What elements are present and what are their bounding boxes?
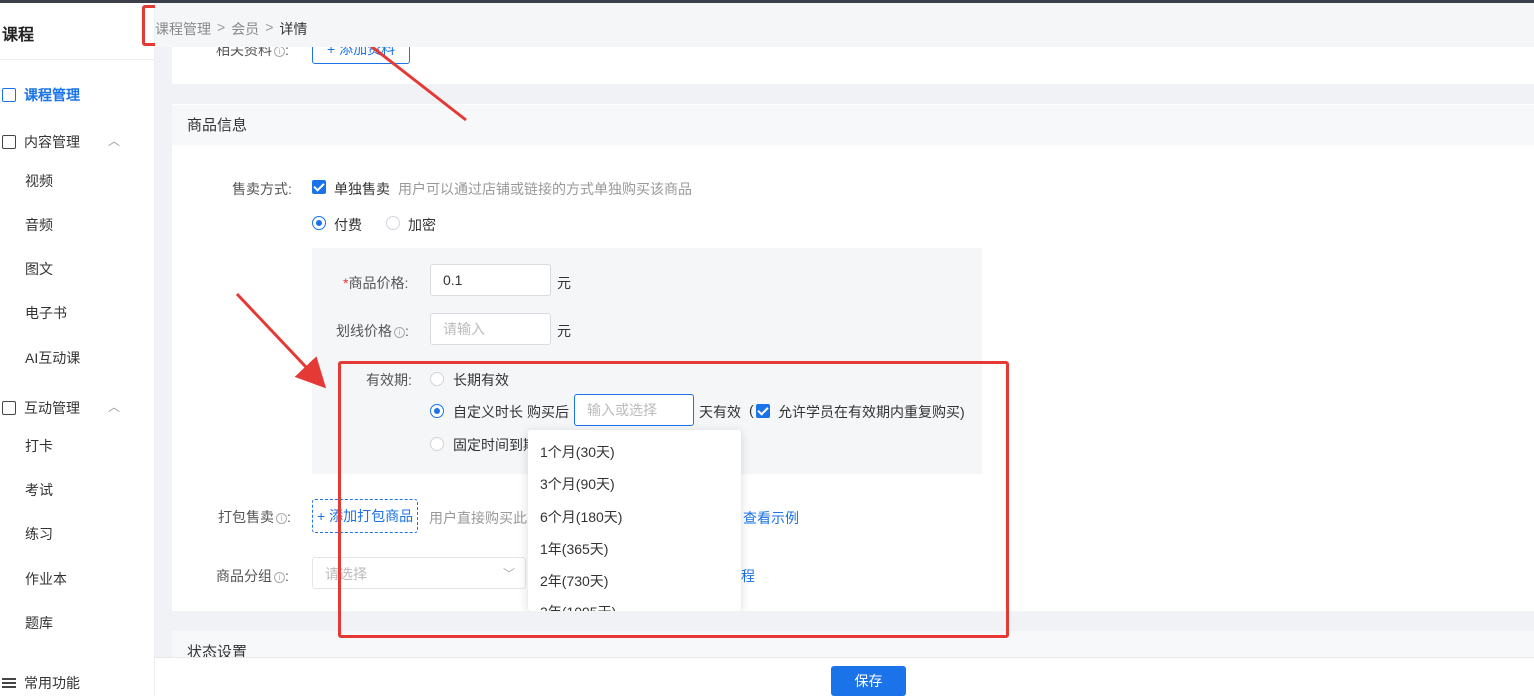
validity-permanent-label: 长期有效 [453, 372, 509, 388]
chevron-up-icon[interactable]: ︿ [108, 132, 120, 149]
repurchase-paren: ( [749, 402, 754, 418]
single-sale-label: 单独售卖 [334, 181, 390, 197]
sidebar-item-ebook[interactable]: 电子书 [25, 303, 67, 323]
group-select-placeholder: 请选择 [325, 566, 367, 582]
price-label-text: 商品价格: [348, 275, 409, 291]
duration-option[interactable]: 2年(730天) [540, 571, 608, 591]
content-icon [2, 135, 16, 149]
add-bundle-button[interactable]: + 添加打包商品 [312, 499, 419, 533]
breadcrumb-member[interactable]: 会员 [231, 19, 259, 39]
sidebar-item-ai-course[interactable]: AI互动课 [25, 348, 80, 368]
sidebar-item-common-functions[interactable]: 常用功能 [0, 671, 80, 695]
group-select[interactable]: 请选择 ﹀ [312, 557, 526, 589]
breadcrumb-overlay: 课程管理 > 会员 > 详情 [155, 19, 307, 39]
sidebar-item-label: 内容管理 [24, 134, 80, 150]
sidebar-item-course-management[interactable]: 课程管理 [0, 83, 80, 107]
duration-option[interactable]: 1个月(30天) [540, 442, 615, 462]
info-icon: i [274, 572, 285, 583]
strike-price-label-text: 划线价格 [336, 323, 392, 339]
info-icon: i [394, 327, 405, 338]
group-label-text: 商品分组 [216, 568, 272, 584]
single-sale-hint: 用户可以通过店铺或链接的方式单独购买该商品 [398, 181, 692, 197]
bundle-label-text: 打包售卖 [218, 509, 274, 525]
validity-custom-suffix: 天有效 [699, 404, 741, 420]
strike-price-label: 划线价格 i: [336, 323, 409, 339]
encrypt-radio[interactable] [386, 216, 400, 230]
price-unit: 元 [557, 275, 571, 291]
duration-option[interactable]: 3个月(90天) [540, 474, 615, 494]
sidebar-item-label: 课程管理 [24, 87, 80, 103]
validity-fixed-label: 固定时间到期 [453, 437, 537, 453]
price-label: *商品价格: [343, 273, 408, 293]
encrypt-radio-label: 加密 [408, 217, 436, 233]
sidebar-title: 课程 [2, 27, 35, 44]
sidebar-item-label: 互动管理 [24, 400, 80, 416]
validity-label: 有效期: [366, 372, 412, 388]
sidebar-item-checkin[interactable]: 打卡 [25, 436, 53, 456]
save-button[interactable]: 保存 [831, 666, 906, 696]
sale-mode-label: 售卖方式: [232, 181, 292, 197]
sidebar-item-article[interactable]: 图文 [25, 259, 53, 279]
duration-option[interactable]: 1年(365天) [540, 539, 608, 559]
sidebar-item-video[interactable]: 视频 [25, 171, 53, 191]
allow-repurchase-checkbox[interactable] [756, 404, 770, 418]
view-example-link[interactable]: 查看示例 [743, 508, 799, 528]
chevron-up-icon[interactable]: ︿ [108, 398, 120, 415]
pay-radio[interactable] [312, 216, 326, 230]
sidebar-item-interaction-management[interactable]: 互动管理 [0, 396, 80, 420]
breadcrumb-detail: 详情 [279, 21, 308, 37]
list-icon [2, 676, 16, 690]
interaction-icon [2, 401, 16, 415]
bundle-label: 打包售卖 i: [218, 509, 291, 525]
chevron-right-icon: > [217, 19, 226, 35]
sidebar-item-exam[interactable]: 考试 [25, 480, 53, 500]
section-gap [155, 611, 1534, 631]
group-label: 商品分组 i: [216, 568, 289, 584]
strike-price-unit: 元 [557, 323, 571, 339]
duration-option[interactable]: 6个月(180天) [540, 507, 622, 527]
sidebar: 课程 课程管理 内容管理 ︿ 视频 音频 图文 电子书 AI互动课 互动管理 ︿… [0, 3, 155, 696]
validity-permanent-radio[interactable] [430, 372, 444, 386]
sidebar-item-question-bank[interactable]: 题库 [25, 613, 53, 633]
single-sale-checkbox[interactable] [312, 180, 326, 194]
chevron-right-icon: > [265, 19, 274, 35]
sidebar-item-content-management[interactable]: 内容管理 [0, 130, 80, 154]
goods-section-title: 商品信息 [172, 105, 1534, 145]
duration-option[interactable]: 3年(1095天) [540, 602, 616, 611]
sidebar-item-homework[interactable]: 作业本 [25, 569, 67, 589]
strike-price-input[interactable] [430, 313, 551, 345]
sidebar-item-practice[interactable]: 练习 [25, 524, 53, 544]
allow-repurchase-label: 允许学员在有效期内重复购买) [778, 404, 965, 420]
validity-custom-radio[interactable] [430, 404, 444, 418]
status-section-title: 状态设置 [172, 631, 1534, 661]
price-input[interactable] [430, 264, 551, 296]
chevron-down-icon: ﹀ [502, 567, 515, 581]
pay-radio-label: 付费 [334, 217, 362, 233]
info-icon: i [274, 46, 285, 57]
validity-fixed-radio[interactable] [430, 437, 444, 451]
validity-custom-label: 自定义时长 [453, 404, 523, 420]
sidebar-item-label: 常用功能 [24, 675, 80, 691]
duration-dropdown: 1个月(30天) 3个月(90天) 6个月(180天) 1年(365天) 2年(… [528, 430, 741, 611]
validity-days-input[interactable] [574, 394, 694, 426]
validity-custom-prefix: 购买后 [527, 404, 569, 420]
sidebar-divider [0, 59, 155, 60]
header-overlay: 课程管理 > 会员 > 详情 [155, 3, 1534, 47]
group-link[interactable]: 程 [741, 566, 755, 586]
bundle-hint: 用户直接购买此 [429, 510, 527, 526]
course-icon [2, 88, 16, 102]
sidebar-item-audio[interactable]: 音频 [25, 215, 53, 235]
section-gap [155, 84, 1534, 104]
breadcrumb-course-management[interactable]: 课程管理 [155, 19, 211, 39]
info-icon: i [276, 513, 287, 524]
